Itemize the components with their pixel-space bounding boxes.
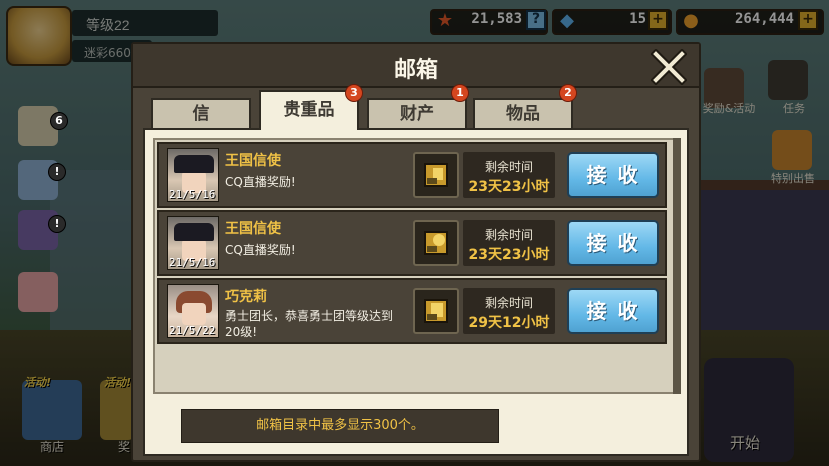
close-button[interactable] (650, 48, 688, 86)
tab-letters[interactable]: 信 (151, 98, 251, 128)
mailbox-limit-note: 邮箱目录中最多显示300个。 (181, 409, 499, 443)
mail-date: 21/5/16 (169, 188, 216, 201)
tab-items[interactable]: 物品 (473, 98, 573, 128)
time-remaining: 剩余时间 23天23小时 (463, 152, 555, 198)
time-remaining: 剩余时间 23天23小时 (463, 220, 555, 266)
gift-icon-svg (424, 231, 448, 255)
avatar-hat (174, 155, 214, 173)
tab-assets-badge: 1 (451, 84, 469, 102)
avatar-hat (174, 223, 214, 241)
mail-sender: 王国信使 (225, 221, 281, 237)
gift-icon (413, 220, 459, 266)
mail-list-panel: 21/5/16 王国信使 CQ直播奖励! 剩余时间 23天23小时 接 收 21… (143, 128, 689, 456)
close-icon (650, 48, 688, 86)
accept-button[interactable]: 接 收 (567, 220, 659, 266)
mail-item: 21/5/22 巧克莉 勇士团长，恭喜勇士团等级达到20级! 剩余时间 29天1… (157, 278, 667, 344)
gift-icon-svg (424, 299, 448, 323)
mail-message: CQ直播奖励! (225, 175, 296, 189)
accept-button[interactable]: 接 收 (567, 288, 659, 334)
mail-message: CQ直播奖励! (225, 243, 296, 257)
avatar-face (182, 303, 206, 325)
scrollbar[interactable] (673, 138, 681, 394)
time-label: 剩余时间 (484, 228, 533, 242)
alert-badge: ! (48, 215, 66, 233)
mail-item: 21/5/16 王国信使 CQ直播奖励! 剩余时间 23天23小时 接 收 (157, 210, 667, 276)
mail-message: 勇士团长，恭喜勇士团等级达到20级! (225, 309, 394, 339)
mail-date: 21/5/22 (169, 324, 216, 337)
tab-valuables-badge: 3 (345, 84, 363, 102)
tab-assets[interactable]: 财产 (367, 98, 467, 128)
time-remaining: 剩余时间 29天12小时 (463, 288, 555, 334)
mail-date: 21/5/16 (169, 256, 216, 269)
title-bar: 邮箱 (133, 44, 699, 88)
alert-badge: ! (48, 163, 66, 181)
tab-valuables[interactable]: 贵重品 (259, 90, 359, 130)
mail-count-badge: 6 (50, 112, 68, 130)
mail-sender: 王国信使 (225, 153, 281, 169)
time-label: 剩余时间 (484, 160, 533, 174)
mail-item: 21/5/16 王国信使 CQ直播奖励! 剩余时间 23天23小时 接 收 (157, 142, 667, 208)
gift-icon (413, 288, 459, 334)
time-value: 23天23小时 (468, 247, 550, 263)
accept-button[interactable]: 接 收 (567, 152, 659, 198)
dialog-title: 邮箱 (393, 58, 438, 83)
tab-items-badge: 2 (559, 84, 577, 102)
mail-list: 21/5/16 王国信使 CQ直播奖励! 剩余时间 23天23小时 接 收 21… (153, 138, 681, 394)
mailbox-dialog: 邮箱 信 贵重品 3 财产 1 物品 2 21/5/16 王国信使 CQ直播奖励… (131, 42, 701, 462)
gift-icon-svg (424, 163, 448, 187)
time-value: 29天12小时 (468, 315, 550, 331)
gift-icon (413, 152, 459, 198)
time-value: 23天23小时 (468, 179, 550, 195)
time-label: 剩余时间 (484, 296, 533, 310)
mail-sender: 巧克莉 (225, 289, 267, 305)
